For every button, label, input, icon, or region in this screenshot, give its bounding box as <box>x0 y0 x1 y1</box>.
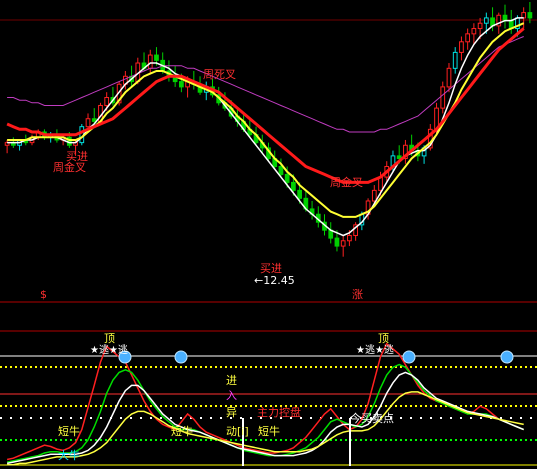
candle-body <box>340 240 346 247</box>
peak-label-left: 顶 <box>104 332 115 345</box>
candle-body <box>371 189 377 202</box>
level-ball-2 <box>174 350 188 364</box>
candle-body <box>179 81 184 88</box>
top-zhang-marker: 涨 <box>352 288 363 301</box>
abnormal-label: 异 <box>226 406 237 419</box>
candle-body <box>291 181 296 191</box>
candle-body <box>297 189 302 199</box>
candle-body <box>440 86 446 109</box>
candle-body <box>446 67 452 88</box>
candle-body <box>154 54 159 61</box>
candle-body <box>477 22 483 30</box>
week-golden-cross-right: 周金叉 <box>330 175 363 189</box>
candle-body <box>334 237 340 247</box>
enter-label: 进 <box>226 374 237 387</box>
candle-body <box>347 234 352 242</box>
stock-chart-stage: $ 涨 周金叉 买进 周死叉 买进 周金叉 ←12.45 顶 ★逃★逃 顶 ★逃… <box>0 0 537 469</box>
ma-white-line <box>7 17 524 237</box>
candle-body <box>91 118 97 122</box>
top-dollar-marker: $ <box>40 288 47 301</box>
peak-label-right: 顶 <box>378 332 389 345</box>
candle-body <box>452 51 458 69</box>
chart-canvas: $ 涨 周金叉 买进 周死叉 买进 周金叉 ←12.45 顶 ★逃★逃 顶 ★逃… <box>0 2 537 466</box>
candle-body <box>502 14 508 22</box>
price-panel <box>4 2 533 257</box>
candle-body <box>459 41 464 53</box>
short-bull-label-3: 短牛 <box>258 424 280 438</box>
level-ball-3 <box>402 350 416 364</box>
candle-body <box>85 118 91 128</box>
candle-body <box>527 12 533 19</box>
in-label: 入 <box>226 389 237 402</box>
level-ball-4 <box>500 350 514 364</box>
escape-label-left: ★逃★逃 <box>90 343 128 356</box>
candle-body <box>465 33 471 43</box>
low-price-label: ←12.45 <box>254 274 295 287</box>
buy-sell-point-label: 今买卖点 <box>350 411 394 425</box>
short-bull-label-1: 短牛 <box>58 424 80 438</box>
week-dead-cross: 周死叉 <box>203 68 236 81</box>
candle-body <box>483 17 489 24</box>
candle-body <box>284 173 290 183</box>
main-force-label: 主力控盘 <box>257 405 301 419</box>
big-bull-label: 大牛 <box>58 448 80 462</box>
candle-body <box>278 165 284 175</box>
candle-body <box>104 97 110 106</box>
indicator-panel <box>0 342 537 466</box>
short-bull-label-2: 短牛 <box>171 424 193 438</box>
candle-body <box>521 12 527 19</box>
candle-body <box>147 54 153 69</box>
escape-label-right: ★逃★逃 <box>356 343 394 356</box>
buy-label-top: 买进 <box>66 150 88 163</box>
ma-yellow-line <box>7 22 525 218</box>
candle-body <box>471 28 477 35</box>
move-label: 动[i] <box>226 425 249 438</box>
